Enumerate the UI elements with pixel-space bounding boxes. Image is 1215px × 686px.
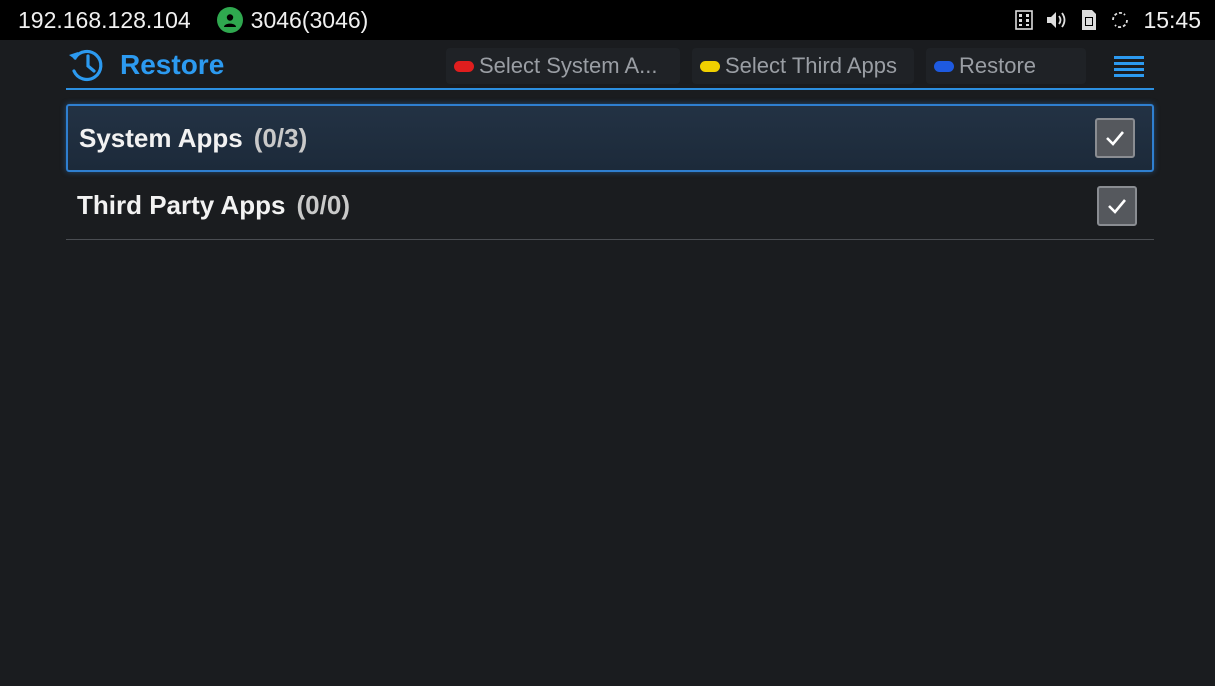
header-divider [66,88,1154,90]
status-bar: 192.168.128.104 3046(3046) 15:45 [0,0,1215,40]
app-category-list: System Apps (0/3) Third Party Apps (0/0) [66,104,1154,240]
softkey-restore[interactable]: Restore [926,48,1086,84]
keypad-icon [1015,10,1034,30]
account-status: 3046(3046) [216,6,369,34]
softkey-label: Select System A... [479,53,658,78]
yellow-key-icon [700,60,720,72]
item-count: (0/3) [253,122,308,153]
account-number: 3046(3046) [250,6,369,33]
softkey-select-third-apps[interactable]: Select Third Apps [692,48,914,84]
list-item-system-apps[interactable]: System Apps (0/3) [66,104,1154,172]
list-item-third-party-apps[interactable]: Third Party Apps (0/0) [66,172,1154,240]
blue-key-icon [934,60,954,72]
account-icon [216,7,243,33]
clock: 15:45 [1143,6,1201,33]
softkey-label: Select Third Apps [725,53,898,78]
menu-icon[interactable] [1112,54,1146,80]
title-area: Restore [66,46,224,84]
checkbox-system-apps[interactable] [1095,118,1135,158]
ip-address: 192.168.128.104 [18,6,191,33]
check-icon [1108,198,1126,214]
page-title: Restore [120,49,225,80]
red-key-icon [454,60,474,72]
softkey-label: Restore [959,53,1037,78]
check-icon [1106,131,1124,146]
checkbox-third-party-apps[interactable] [1097,185,1137,226]
sync-icon [1109,9,1131,31]
item-count: (0/0) [296,190,350,220]
history-icon [66,46,106,84]
item-name: Third Party Apps [77,190,286,220]
volume-icon [1045,10,1069,30]
sim-icon [1081,9,1097,31]
item-name: System Apps [79,122,243,153]
softkey-select-system-apps[interactable]: Select System A... [446,48,680,84]
